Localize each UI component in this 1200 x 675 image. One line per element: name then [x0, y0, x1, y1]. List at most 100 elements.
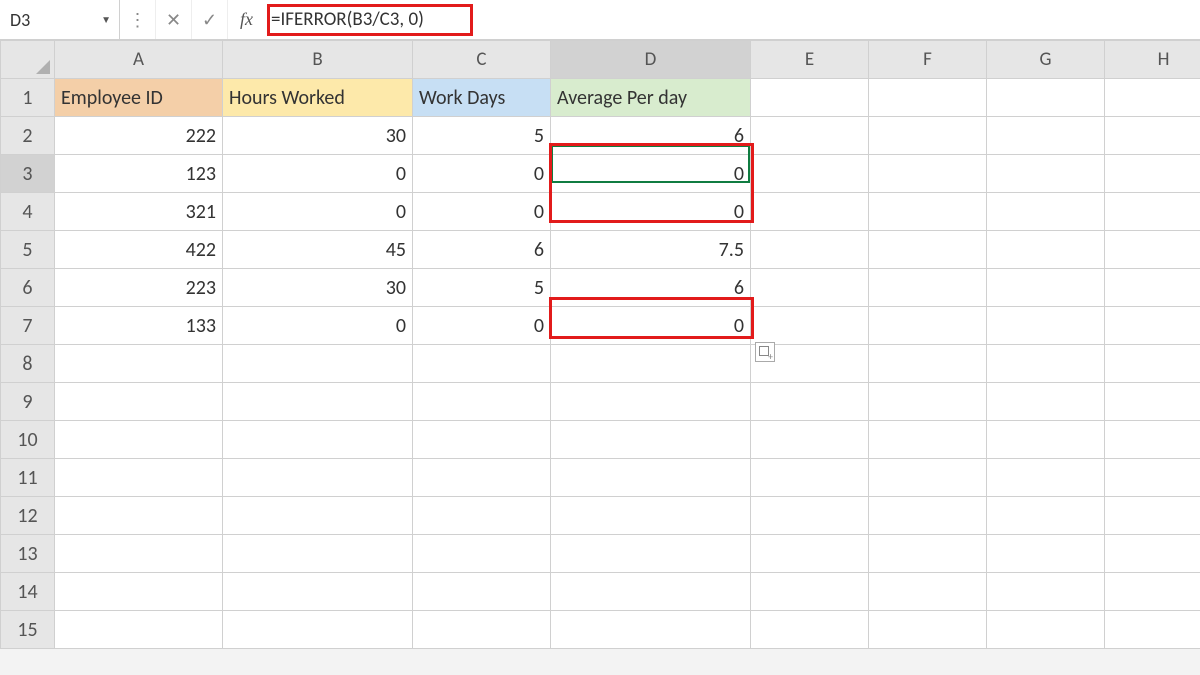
- cell-E14[interactable]: [751, 573, 869, 611]
- cell-A8[interactable]: [55, 345, 223, 383]
- cell-E15[interactable]: [751, 611, 869, 649]
- cell-G1[interactable]: [987, 79, 1105, 117]
- cell-A2[interactable]: 222: [55, 117, 223, 155]
- name-box-dropdown-icon[interactable]: ▼: [101, 13, 111, 26]
- cell-B11[interactable]: [223, 459, 413, 497]
- cell-E3[interactable]: [751, 155, 869, 193]
- cell-G9[interactable]: [987, 383, 1105, 421]
- cell-C10[interactable]: [413, 421, 551, 459]
- cell-F13[interactable]: [869, 535, 987, 573]
- cell-D12[interactable]: [551, 497, 751, 535]
- cell-A1[interactable]: Employee ID: [55, 79, 223, 117]
- cell-B8[interactable]: [223, 345, 413, 383]
- cell-D3[interactable]: 0: [551, 155, 751, 193]
- cell-E10[interactable]: [751, 421, 869, 459]
- cell-G8[interactable]: [987, 345, 1105, 383]
- name-box[interactable]: D3 ▼: [0, 0, 120, 39]
- cell-D15[interactable]: [551, 611, 751, 649]
- cell-A10[interactable]: [55, 421, 223, 459]
- cell-F6[interactable]: [869, 269, 987, 307]
- cell-B14[interactable]: [223, 573, 413, 611]
- cell-F1[interactable]: [869, 79, 987, 117]
- row-head-10[interactable]: 10: [1, 421, 55, 459]
- cell-H14[interactable]: [1105, 573, 1200, 611]
- cell-C5[interactable]: 6: [413, 231, 551, 269]
- cell-H11[interactable]: [1105, 459, 1200, 497]
- row-head-7[interactable]: 7: [1, 307, 55, 345]
- cell-D7[interactable]: 0: [551, 307, 751, 345]
- cell-G5[interactable]: [987, 231, 1105, 269]
- cell-H6[interactable]: [1105, 269, 1200, 307]
- cell-B15[interactable]: [223, 611, 413, 649]
- cell-E1[interactable]: [751, 79, 869, 117]
- cell-E4[interactable]: [751, 193, 869, 231]
- cell-H7[interactable]: [1105, 307, 1200, 345]
- cell-D13[interactable]: [551, 535, 751, 573]
- cell-F11[interactable]: [869, 459, 987, 497]
- row-head-3[interactable]: 3: [1, 155, 55, 193]
- enter-icon[interactable]: ✓: [192, 0, 228, 39]
- cell-F10[interactable]: [869, 421, 987, 459]
- cell-E9[interactable]: [751, 383, 869, 421]
- spreadsheet-area[interactable]: A B C D E F G H 1 Employee ID Hours Work…: [0, 40, 1200, 649]
- row-head-6[interactable]: 6: [1, 269, 55, 307]
- cell-B13[interactable]: [223, 535, 413, 573]
- row-head-13[interactable]: 13: [1, 535, 55, 573]
- cell-A9[interactable]: [55, 383, 223, 421]
- cell-B9[interactable]: [223, 383, 413, 421]
- cell-E11[interactable]: [751, 459, 869, 497]
- cell-F7[interactable]: [869, 307, 987, 345]
- cell-F14[interactable]: [869, 573, 987, 611]
- cell-F3[interactable]: [869, 155, 987, 193]
- cell-H10[interactable]: [1105, 421, 1200, 459]
- fx-icon[interactable]: fx: [228, 9, 265, 30]
- cell-D2[interactable]: 6: [551, 117, 751, 155]
- col-head-A[interactable]: A: [55, 41, 223, 79]
- cell-A4[interactable]: 321: [55, 193, 223, 231]
- cell-C6[interactable]: 5: [413, 269, 551, 307]
- cell-F15[interactable]: [869, 611, 987, 649]
- col-head-D[interactable]: D: [551, 41, 751, 79]
- cell-C7[interactable]: 0: [413, 307, 551, 345]
- cell-A12[interactable]: [55, 497, 223, 535]
- cell-A15[interactable]: [55, 611, 223, 649]
- col-head-E[interactable]: E: [751, 41, 869, 79]
- cell-G2[interactable]: [987, 117, 1105, 155]
- row-head-8[interactable]: 8: [1, 345, 55, 383]
- cell-G15[interactable]: [987, 611, 1105, 649]
- cell-B6[interactable]: 30: [223, 269, 413, 307]
- row-head-14[interactable]: 14: [1, 573, 55, 611]
- cell-H9[interactable]: [1105, 383, 1200, 421]
- cell-D14[interactable]: [551, 573, 751, 611]
- cell-B12[interactable]: [223, 497, 413, 535]
- row-head-11[interactable]: 11: [1, 459, 55, 497]
- cell-B5[interactable]: 45: [223, 231, 413, 269]
- cell-D9[interactable]: [551, 383, 751, 421]
- cell-D8[interactable]: [551, 345, 751, 383]
- cell-H15[interactable]: [1105, 611, 1200, 649]
- cell-C2[interactable]: 5: [413, 117, 551, 155]
- col-head-F[interactable]: F: [869, 41, 987, 79]
- more-options-icon[interactable]: ⋮: [120, 0, 156, 39]
- cell-C12[interactable]: [413, 497, 551, 535]
- col-head-C[interactable]: C: [413, 41, 551, 79]
- cell-G12[interactable]: [987, 497, 1105, 535]
- row-head-1[interactable]: 1: [1, 79, 55, 117]
- cell-G6[interactable]: [987, 269, 1105, 307]
- cell-E2[interactable]: [751, 117, 869, 155]
- col-head-H[interactable]: H: [1105, 41, 1200, 79]
- cell-H13[interactable]: [1105, 535, 1200, 573]
- cell-C13[interactable]: [413, 535, 551, 573]
- cell-F9[interactable]: [869, 383, 987, 421]
- cell-C8[interactable]: [413, 345, 551, 383]
- cell-A6[interactable]: 223: [55, 269, 223, 307]
- cell-F2[interactable]: [869, 117, 987, 155]
- cell-E7[interactable]: [751, 307, 869, 345]
- cell-A3[interactable]: 123: [55, 155, 223, 193]
- cell-H1[interactable]: [1105, 79, 1200, 117]
- cell-G4[interactable]: [987, 193, 1105, 231]
- cell-A14[interactable]: [55, 573, 223, 611]
- cell-C9[interactable]: [413, 383, 551, 421]
- cell-D6[interactable]: 6: [551, 269, 751, 307]
- cell-G11[interactable]: [987, 459, 1105, 497]
